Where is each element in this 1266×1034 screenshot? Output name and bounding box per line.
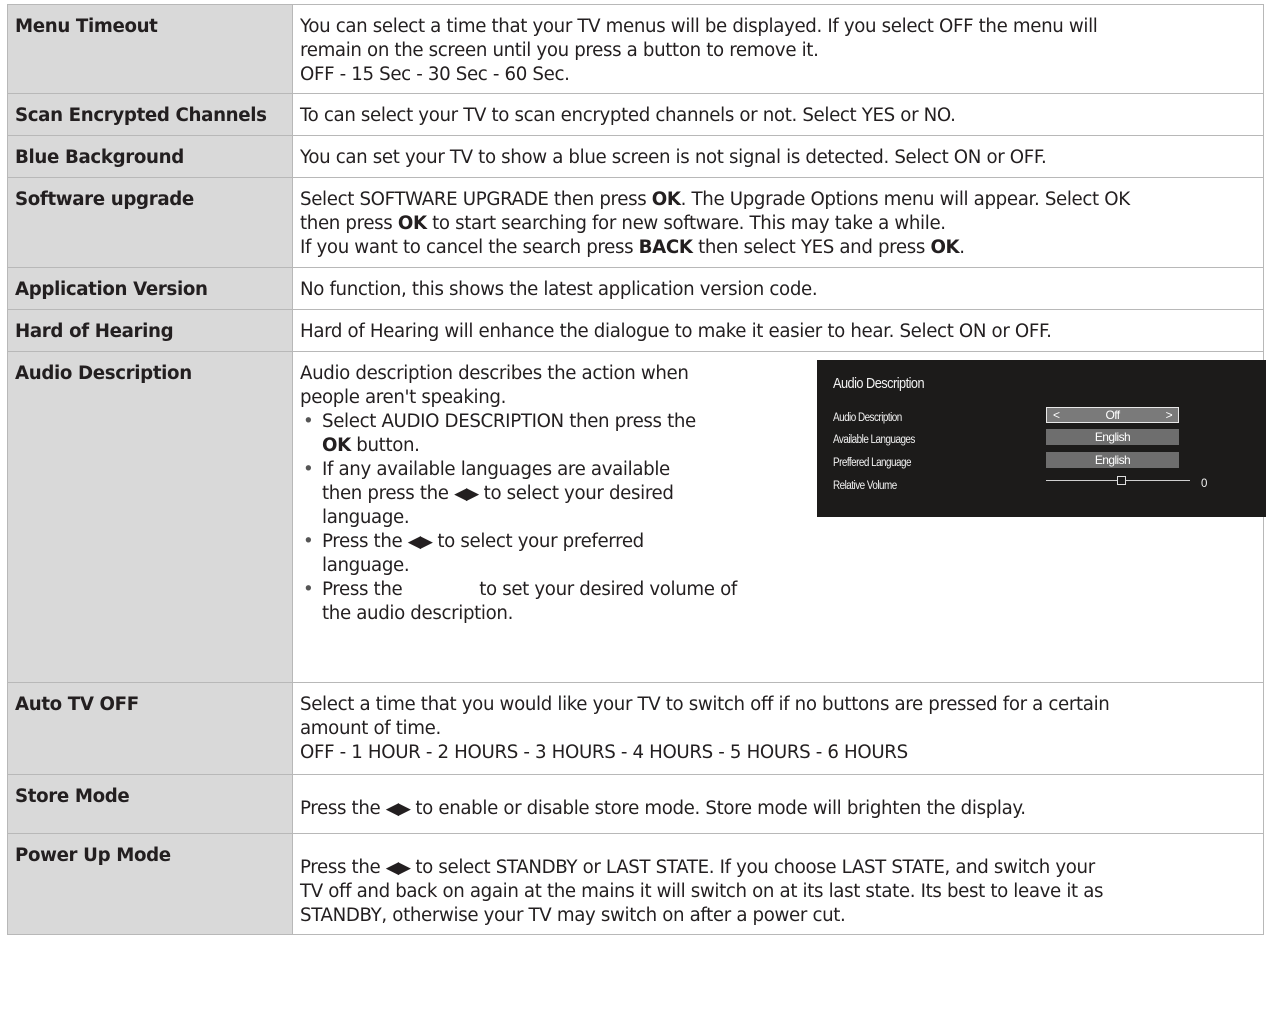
description-line: You can select a time that your TV menus… [300,16,1098,37]
table-row: Menu Timeout You can select a time that … [7,4,1264,94]
list-item: Press the to set your desired volume of … [300,578,778,626]
table-row: Blue Background You can set your TV to s… [7,135,1264,178]
setting-description: Select a time that you would like your T… [292,682,1264,775]
setting-name: Blue Background [7,135,293,178]
setting-name: Audio Description [7,351,293,683]
table-row: Application Version No function, this sh… [7,267,1264,310]
left-right-arrows-icon: ◀▶ [385,858,411,878]
table-row: Hard of Hearing Hard of Hearing will enh… [7,309,1264,352]
description-line: Press the ◀▶ to enable or disable store … [300,798,1026,819]
table-row: Software upgrade Select SOFTWARE UPGRADE… [7,177,1264,268]
list-item: Select AUDIO DESCRIPTION then press the … [300,410,778,458]
description-line: OFF - 15 Sec - 30 Sec - 60 Sec. [300,64,570,85]
list-item: If any available languages are available… [300,458,778,530]
chevron-right-icon: > [1165,408,1173,422]
list-item: Press the ◀▶ to select your preferred la… [300,530,778,578]
description-line: Select a time that you would like your T… [300,694,1110,715]
description-line: amount of time. [300,718,441,739]
settings-table: Menu Timeout You can select a time that … [7,4,1266,935]
description-line: Press the ◀▶ to select STANDBY or LAST S… [300,857,1095,878]
setting-name: Menu Timeout [7,4,293,94]
setting-description: No function, this shows the latest appli… [292,267,1264,310]
description-line: No function, this shows the latest appli… [300,279,818,300]
description-line: Hard of Hearing will enhance the dialogu… [300,321,1052,342]
osd-volume-slider-knob [1117,476,1126,485]
osd-label: Relative Volume [833,480,897,492]
setting-description: Select SOFTWARE UPGRADE then press OK. T… [292,177,1264,268]
table-row: Store Mode Press the ◀▶ to enable or dis… [7,774,1264,834]
description-line: then press OK to start searching for new… [300,213,946,234]
table-row: Scan Encrypted Channels To can select yo… [7,93,1264,136]
description-line: If you want to cancel the search press B… [300,237,965,258]
osd-value: English [1046,452,1179,468]
description-line: To can select your TV to scan encrypted … [300,105,956,126]
osd-value: English [1046,429,1179,445]
table-row: Auto TV OFF Select a time that you would… [7,682,1264,775]
setting-description: Press the ◀▶ to select STANDBY or LAST S… [292,833,1264,935]
description-line: people aren't speaking. [300,387,507,408]
left-right-arrows-icon: ◀▶ [454,484,479,504]
setting-name: Hard of Hearing [7,309,293,352]
setting-description: You can select a time that your TV menus… [292,4,1264,94]
osd-label: Audio Description [833,412,902,424]
audio-description-menu-screenshot: Audio Description Audio Description < Of… [817,360,1266,517]
osd-volume-value: 0 [1201,478,1207,490]
osd-label: Preffered Language [833,457,911,469]
setting-description: Audio description describes the action w… [292,351,1266,683]
audio-description-text: Audio description describes the action w… [300,362,778,626]
audio-description-section: Audio description describes the action w… [300,360,1266,626]
setting-name: Software upgrade [7,177,293,268]
setting-description: Press the ◀▶ to enable or disable store … [292,774,1264,834]
osd-audio-description-selector: < Off > [1046,407,1179,423]
setting-description: You can set your TV to show a blue scree… [292,135,1264,178]
setting-name: Application Version [7,267,293,310]
chevron-left-icon: < [1053,408,1060,422]
osd-title: Audio Description [833,376,925,392]
table-row: Audio Description Audio description desc… [7,351,1266,683]
table-row: Power Up Mode Press the ◀▶ to select STA… [7,833,1264,935]
osd-label: Available Languages [833,434,915,446]
left-right-arrows-icon: ◀▶ [407,532,433,552]
setting-name: Auto TV OFF [7,682,293,775]
setting-name: Store Mode [7,774,293,834]
description-line: TV off and back on again at the mains it… [300,881,1104,902]
description-line: Select SOFTWARE UPGRADE then press OK. T… [300,189,1130,210]
setting-description: Hard of Hearing will enhance the dialogu… [292,309,1264,352]
setting-description: To can select your TV to scan encrypted … [292,93,1264,136]
setting-name: Power Up Mode [7,833,293,935]
description-line: You can set your TV to show a blue scree… [300,147,1047,168]
description-line: remain on the screen until you press a b… [300,40,819,61]
description-line: STANDBY, otherwise your TV may switch on… [300,905,846,926]
steps-list: Select AUDIO DESCRIPTION then press the … [300,410,778,626]
description-line: Audio description describes the action w… [300,363,689,384]
description-line: OFF - 1 HOUR - 2 HOURS - 3 HOURS - 4 HOU… [300,742,908,763]
left-right-arrows-icon: ◀▶ [385,799,411,819]
setting-name: Scan Encrypted Channels [7,93,293,136]
